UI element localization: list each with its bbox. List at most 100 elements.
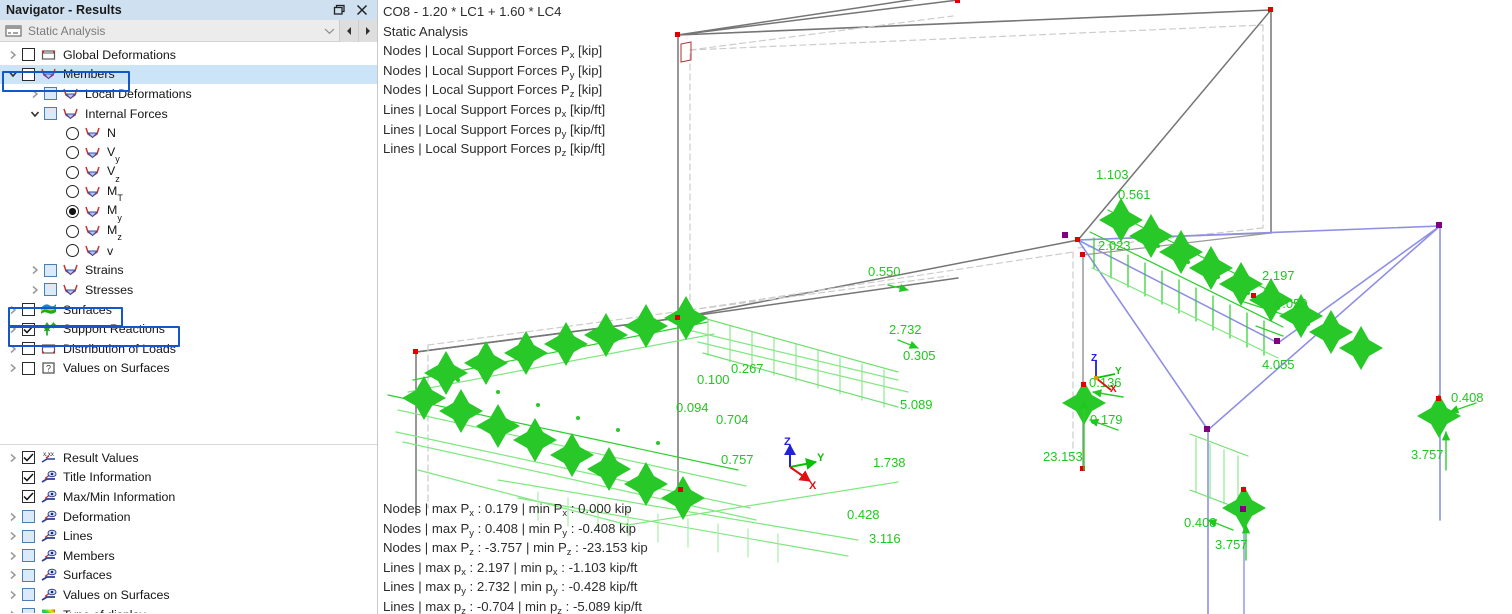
checkbox-type-of-display[interactable] [22, 608, 35, 613]
checkbox-stresses[interactable] [44, 283, 57, 297]
tree-item-max-min-information[interactable]: Max/Min Information [0, 487, 377, 507]
checkbox-lines[interactable] [22, 529, 35, 543]
load-distribution-icon [40, 342, 57, 356]
checkbox-deformation[interactable] [22, 510, 35, 524]
expander-collapsed-icon[interactable] [4, 453, 22, 463]
expander-collapsed-icon[interactable] [4, 305, 22, 315]
expander-collapsed-icon[interactable] [4, 344, 22, 354]
tree-item-mz[interactable]: Mz [0, 221, 377, 242]
checkbox-surfaces[interactable] [22, 568, 35, 582]
result-value-label: 3.116 [869, 531, 901, 546]
expander-expanded-icon[interactable] [4, 70, 22, 78]
reaction-arrows [887, 283, 1477, 561]
radio-mt[interactable] [66, 185, 79, 199]
expander-collapsed-icon[interactable] [4, 512, 22, 522]
application-window: Navigator - Results Static Analysis Glob… [0, 0, 1512, 614]
checkbox-strains[interactable] [44, 263, 57, 277]
checkbox-surfaces[interactable] [22, 303, 35, 317]
tree-item-values-on-surfaces[interactable]: ? Values on Surfaces [0, 359, 377, 379]
tree-item-surfaces[interactable]: Surfaces [0, 566, 377, 586]
minmax-line: Lines | max py : 2.732 | min py : -0.428… [383, 579, 638, 597]
tree-item-label: Result Values [63, 450, 139, 465]
tree-item-members[interactable]: Members [0, 546, 377, 566]
expander-collapsed-icon[interactable] [26, 265, 44, 275]
checkbox-values-on-surfaces[interactable] [22, 361, 35, 375]
tree-item-v[interactable]: v [0, 241, 377, 261]
tree-item-type-of-display[interactable]: Type of display [0, 605, 377, 613]
tree-item-my[interactable]: My [0, 202, 377, 223]
result-value-label: 0.267 [731, 361, 764, 376]
tree-item-stresses[interactable]: Stresses [0, 280, 377, 300]
expander-collapsed-icon[interactable] [4, 610, 22, 613]
checkbox-title-information[interactable] [22, 470, 35, 484]
close-icon[interactable] [355, 3, 369, 17]
tree-item-vy[interactable]: Vy [0, 143, 377, 164]
tree-item-internal-forces[interactable]: Internal Forces [0, 104, 377, 124]
result-value-label: 0.561 [1118, 187, 1151, 202]
checkbox-max-min-information[interactable] [22, 490, 35, 504]
checkbox-members[interactable] [22, 67, 35, 81]
tree-item-mt[interactable]: MT [0, 182, 377, 203]
model-viewport[interactable]: CO8 - 1.20 * LC1 + 1.60 * LC4 Static Anal… [378, 0, 1512, 614]
tree-item-n[interactable]: N [0, 123, 377, 143]
tree-item-title-information[interactable]: Title Information [0, 468, 377, 488]
chevron-down-icon[interactable] [319, 20, 339, 42]
tree-item-lines[interactable]: Lines [0, 526, 377, 546]
tree-item-vz[interactable]: Vz [0, 163, 377, 184]
tree-item-distribution-of-loads[interactable]: Distribution of Loads [0, 339, 377, 359]
radio-v[interactable] [66, 244, 79, 258]
tree-item-label: Lines [63, 529, 93, 544]
radio-mz[interactable] [66, 224, 79, 238]
checkbox-internal-forces[interactable] [44, 107, 57, 121]
expander-collapsed-icon[interactable] [26, 89, 44, 99]
radio-vy[interactable] [66, 146, 79, 160]
tree-item-label: Deformation [63, 509, 131, 524]
checkbox-members[interactable] [22, 549, 35, 563]
expander-collapsed-icon[interactable] [4, 363, 22, 373]
checkbox-support-reactions[interactable] [22, 322, 35, 336]
tree-item-local-deformations[interactable]: Local Deformations [0, 84, 377, 104]
tree-item-global-deformations[interactable]: Global Deformations [0, 45, 377, 65]
checkbox-result-values[interactable] [22, 451, 35, 465]
checkbox-global-deformations[interactable] [22, 48, 35, 62]
member-diagram-icon [84, 244, 101, 258]
radio-n[interactable] [66, 126, 79, 140]
member-diagram-icon [84, 205, 101, 219]
prev-button[interactable] [339, 19, 358, 42]
member-diagram-icon [62, 263, 79, 277]
tree-item-result-values[interactable]: x.xx Result Values [0, 448, 377, 468]
tree-item-deformation[interactable]: Deformation [0, 507, 377, 527]
expander-collapsed-icon[interactable] [26, 285, 44, 295]
expander-collapsed-icon[interactable] [4, 590, 22, 600]
tree-item-members[interactable]: Members [0, 64, 377, 85]
minmax-line: Nodes | max Pz : -3.757 | min Pz : -23.1… [383, 540, 648, 558]
restore-window-icon[interactable] [332, 3, 346, 17]
expander-collapsed-icon[interactable] [4, 570, 22, 580]
display-options-tree[interactable]: x.xx Result Values Title Information Max… [0, 445, 377, 613]
results-tree[interactable]: Global Deformations Members Local Deform… [0, 42, 377, 445]
radio-vz[interactable] [66, 165, 79, 179]
member-diagram-icon [62, 283, 79, 297]
tree-item-values-on-surfaces[interactable]: Values on Surfaces [0, 585, 377, 605]
result-value-label: 1.738 [873, 455, 906, 470]
member-diagram-icon [84, 165, 101, 179]
checkbox-values-on-surfaces[interactable] [22, 588, 35, 602]
support-reaction-icon [40, 322, 57, 336]
expander-expanded-icon[interactable] [26, 110, 44, 118]
radio-my[interactable] [66, 205, 79, 219]
tree-item-label: v [107, 243, 114, 258]
expander-collapsed-icon[interactable] [4, 324, 22, 334]
checkbox-distribution-of-loads[interactable] [22, 342, 35, 356]
tree-item-label: Internal Forces [85, 106, 168, 121]
tree-item-label: Values on Surfaces [63, 361, 170, 376]
expander-collapsed-icon[interactable] [4, 531, 22, 541]
expander-collapsed-icon[interactable] [4, 551, 22, 561]
expander-collapsed-icon[interactable] [4, 50, 22, 60]
next-button[interactable] [358, 19, 377, 42]
tree-item-support-reactions[interactable]: Support Reactions [0, 319, 377, 339]
svg-text:?: ? [46, 364, 51, 374]
result-value-label: 0.050 [1275, 296, 1308, 311]
tree-item-strains[interactable]: Strains [0, 261, 377, 281]
checkbox-local-deformations[interactable] [44, 87, 57, 101]
tree-item-surfaces[interactable]: Surfaces [0, 300, 377, 320]
